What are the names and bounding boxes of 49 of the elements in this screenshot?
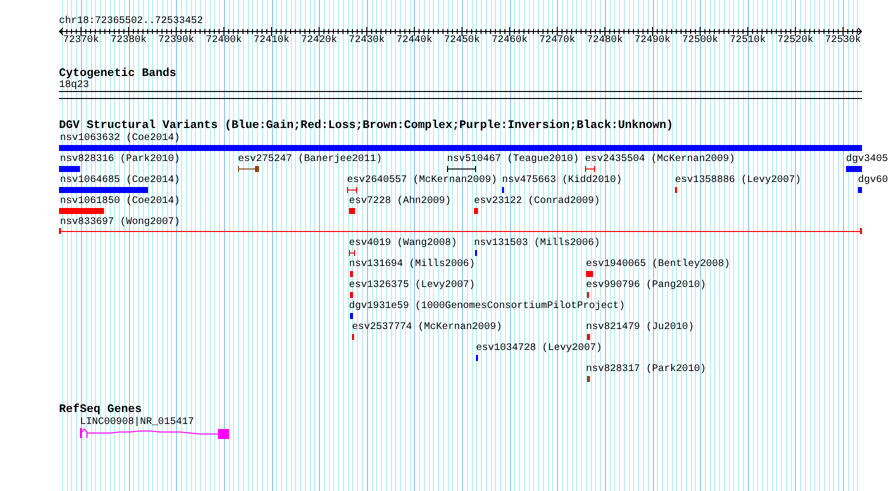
variant-label[interactable]: esv2537774 (McKernan2009) xyxy=(352,322,502,333)
tick-label: 72400k xyxy=(206,35,242,46)
variant-label[interactable]: nsv833697 (Wong2007) xyxy=(60,217,180,228)
tick-label: 72460k xyxy=(492,35,528,46)
variant-label[interactable]: esv1326375 (Levy2007) xyxy=(349,280,476,291)
tick-label: 72470k xyxy=(539,35,576,46)
variant-label[interactable]: esv4019 (Wang2008) xyxy=(349,238,458,249)
variant-label[interactable]: esv1940065 (Bentley2008) xyxy=(586,259,730,270)
tick-label: 72380k xyxy=(110,35,147,46)
tick-label: 72510k xyxy=(730,35,766,46)
band-label: 18q23 xyxy=(59,80,90,91)
gene-label[interactable]: LINC00908|NR_015417 xyxy=(59,417,862,428)
tick-label: 72490k xyxy=(634,35,670,46)
tick-label: 72420k xyxy=(301,35,338,46)
variant-label[interactable]: esv1358886 (Levy2007) xyxy=(675,175,802,186)
variant-label[interactable]: esv23122 (Conrad2009) xyxy=(474,196,600,207)
variant-label[interactable]: esv2435504 (McKernan2009) xyxy=(585,154,736,165)
variant-label[interactable]: esv1034728 (Levy2007) xyxy=(476,343,602,354)
variant-label[interactable]: nsv475663 (Kidd2010) xyxy=(502,175,622,186)
tick-label: 72480k xyxy=(586,35,623,46)
variant-label[interactable]: esv7228 (Ahn2009) xyxy=(349,196,452,207)
tick-label: 72430k xyxy=(348,35,385,46)
track-title: DGV Structural Variants (Blue:Gain;Red:Loss;Brown:Complex;Purple:Inversion;Black:Unknown) xyxy=(59,120,674,132)
variant-label[interactable]: dgv60 xyxy=(858,175,888,186)
variant-label[interactable]: esv990796 (Pang2010) xyxy=(586,280,706,291)
variant-label[interactable]: nsv131694 (Mills2006) xyxy=(349,259,476,270)
region-label: chr18:72365502..72533452 xyxy=(59,16,204,27)
tick-label: 72530k xyxy=(825,35,861,46)
tick-label: 72500k xyxy=(682,35,718,46)
variant-label[interactable]: dgv3405 xyxy=(846,154,888,165)
tick-label: 72440k xyxy=(396,35,432,46)
variant-label[interactable]: nsv1061850 (Coe2014) xyxy=(60,196,180,207)
track-title: RefSeq Genes xyxy=(59,404,143,416)
variant-label[interactable]: nsv510467 (Teague2010) xyxy=(447,154,580,165)
variant-label[interactable]: nsv1064685 (Coe2014) xyxy=(60,175,180,186)
variant-label[interactable]: nsv828317 (Park2010) xyxy=(586,364,706,375)
variant-label[interactable]: nsv828316 (Park2010) xyxy=(60,154,180,165)
variant-label[interactable]: esv2640557 (McKernan2009) xyxy=(347,175,498,186)
variant-label[interactable]: esv275247 (Banerjee2011) xyxy=(238,154,382,165)
variant-label[interactable]: nsv821479 (Ju2010) xyxy=(586,322,694,333)
variant-label[interactable]: dgv1931e59 (1000GenomesConsortiumPilotProject) xyxy=(349,301,626,312)
variant-label[interactable]: nsv1063632 (Coe2014) xyxy=(60,133,180,144)
tick-label: 72390k xyxy=(158,35,194,46)
tick-label: 72450k xyxy=(444,35,480,46)
track-title: Cytogenetic Bands xyxy=(59,68,178,80)
variant-label[interactable]: nsv131503 (Mills2006) xyxy=(474,238,600,249)
tick-label: 72370k xyxy=(63,35,99,46)
tick-label: 72520k xyxy=(777,35,814,46)
tick-label: 72410k xyxy=(254,35,290,46)
